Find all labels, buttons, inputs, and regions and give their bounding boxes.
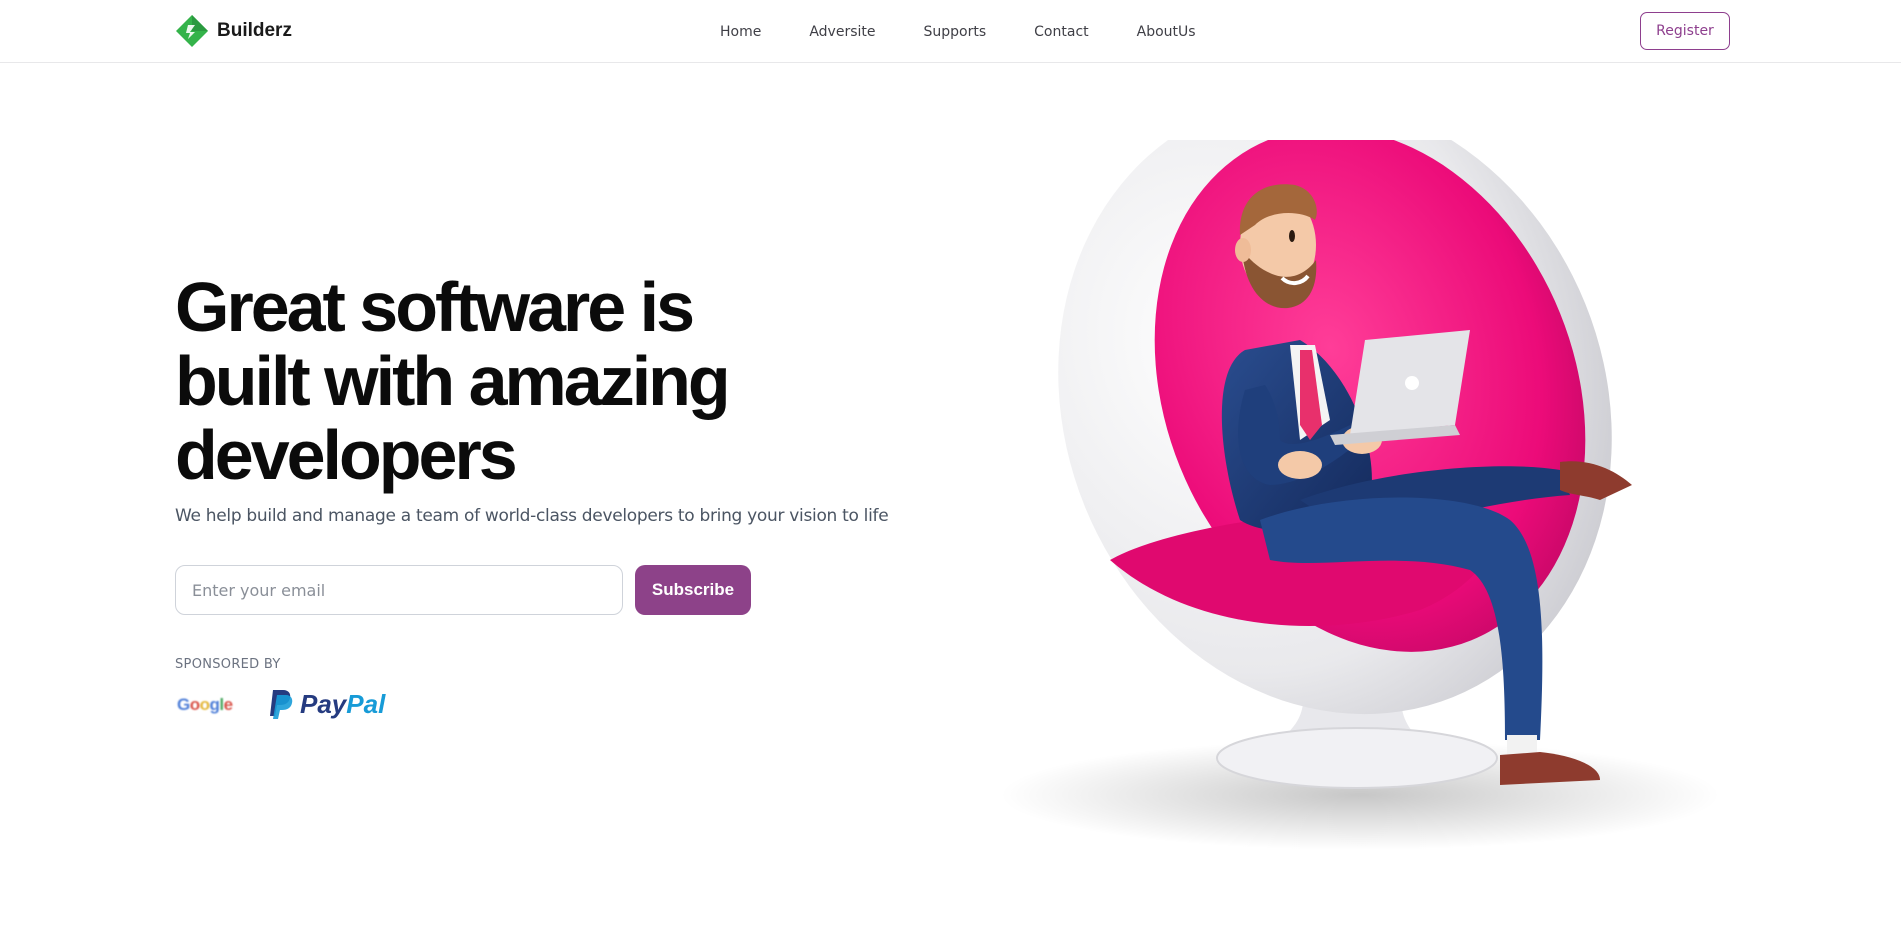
nav-link-home[interactable]: Home xyxy=(720,24,761,40)
paypal-sponsor-logo: PayPal xyxy=(268,688,385,720)
laptop-logo xyxy=(1405,376,1419,390)
paypal-text-pal: Pal xyxy=(346,688,386,719)
man-hand-2 xyxy=(1278,451,1322,479)
hero-title-line: Great software is xyxy=(175,268,695,346)
hero-title: Great software is built with amazing dev… xyxy=(175,270,795,492)
hero-subtitle: We help build and manage a team of world… xyxy=(175,506,889,526)
man-eye xyxy=(1289,230,1295,242)
sponsored-by-label: SPONSORED BY xyxy=(175,657,281,672)
diamond-logo-icon xyxy=(176,15,208,47)
paypal-text-pay: Pay xyxy=(300,688,347,719)
main-nav: Home Adversite Supports Contact AboutUs xyxy=(720,0,1196,63)
hero-illustration xyxy=(1000,140,1720,850)
man-ear xyxy=(1235,238,1251,262)
nav-link-aboutus[interactable]: AboutUs xyxy=(1137,24,1196,40)
hero-title-line: developers xyxy=(175,416,518,494)
brand-logo[interactable]: Builderz xyxy=(175,14,292,48)
paypal-p-icon xyxy=(270,690,293,719)
register-button[interactable]: Register xyxy=(1640,12,1730,50)
chair-base xyxy=(1216,727,1498,789)
email-input[interactable] xyxy=(175,565,623,615)
subscribe-button[interactable]: Subscribe xyxy=(635,565,751,615)
nav-link-contact[interactable]: Contact xyxy=(1034,24,1088,40)
hero-title-line: built with amazing xyxy=(175,342,731,420)
google-sponsor-logo: Google xyxy=(177,695,233,714)
brand-name: Builderz xyxy=(217,20,292,41)
site-header: Builderz Home Adversite Supports Contact… xyxy=(0,0,1901,63)
nav-link-adversite[interactable]: Adversite xyxy=(809,24,875,40)
nav-link-supports[interactable]: Supports xyxy=(924,24,987,40)
